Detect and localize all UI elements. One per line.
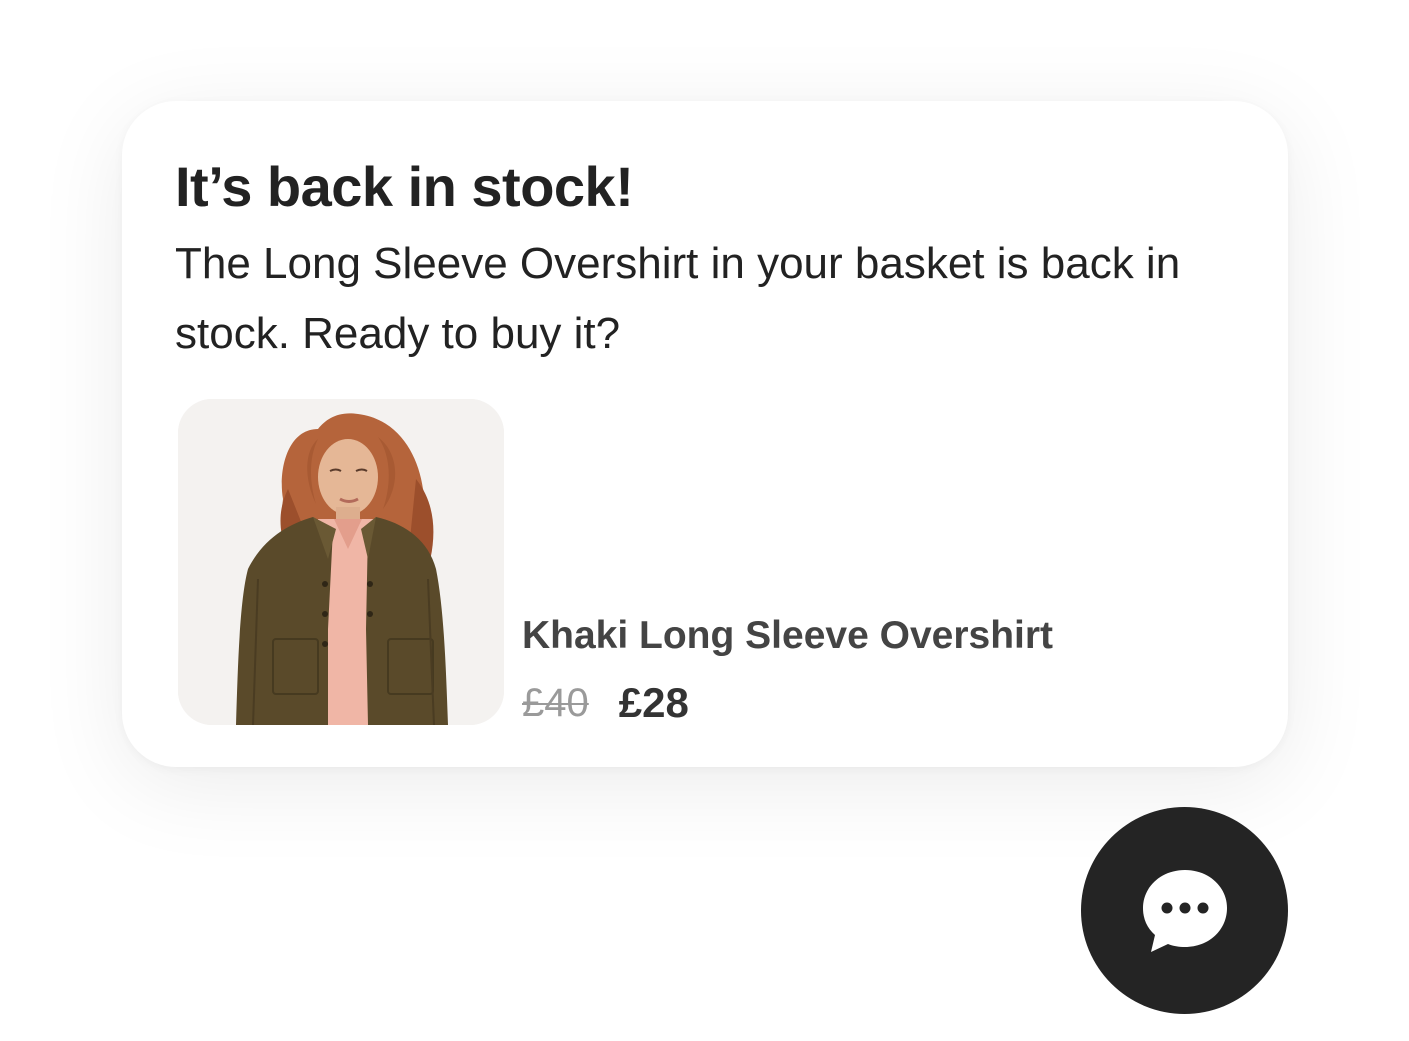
product-image[interactable]	[178, 399, 504, 725]
sale-price: £28	[618, 679, 689, 726]
notification-title: It’s back in stock!	[175, 155, 634, 218]
chat-bubble-icon	[1142, 869, 1227, 952]
original-price: £40	[522, 680, 589, 725]
back-in-stock-notification-card[interactable]: It’s back in stock! The Long Sleeve Over…	[122, 101, 1288, 767]
stage: It’s back in stock! The Long Sleeve Over…	[0, 0, 1409, 1041]
product-photo-illustration	[178, 399, 504, 725]
product-prices: £40 £28	[522, 675, 689, 731]
chat-button[interactable]	[1081, 807, 1288, 1014]
notification-message: The Long Sleeve Overshirt in your basket…	[175, 239, 1181, 358]
product-name[interactable]: Khaki Long Sleeve Overshirt	[522, 609, 1053, 663]
